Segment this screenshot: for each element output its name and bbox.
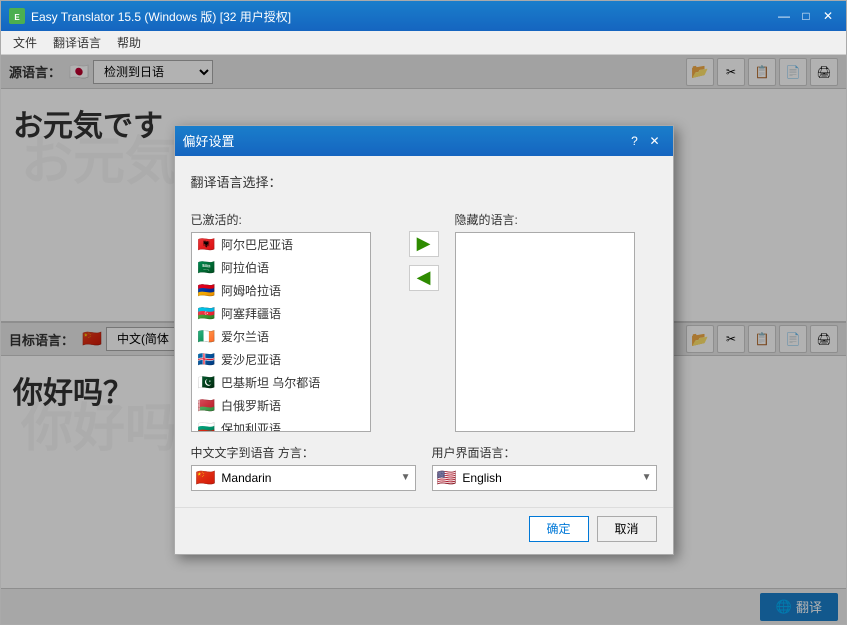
list-item[interactable]: 🇮🇸爱沙尼亚语: [192, 348, 370, 371]
move-left-button[interactable]: ◀: [409, 265, 439, 291]
main-content: 源语言： 🇯🇵 检测到日语 📂 ✂ 📋 📄 🖨 お元気です お元気です: [1, 55, 846, 624]
list-item[interactable]: 🇦🇱阿尔巴尼亚语: [192, 233, 370, 256]
cancel-button[interactable]: 取消: [597, 516, 657, 542]
options-row: 中文文字到语音 方言： 🇨🇳 Mandarin ▼ 用户: [191, 444, 657, 491]
menu-file[interactable]: 文件: [5, 32, 45, 53]
list-item[interactable]: 🇸🇦阿拉伯语: [192, 256, 370, 279]
close-button[interactable]: ✕: [818, 7, 838, 25]
active-list-label: 已激活的:: [191, 211, 393, 228]
dialog-footer: 确定 取消: [175, 507, 673, 554]
title-bar: E Easy Translator 15.5 (Windows 版) [32 用…: [1, 1, 846, 31]
dialog-title: 偏好设置: [183, 131, 625, 150]
hidden-lang-listbox[interactable]: [455, 232, 635, 432]
section-title: 翻译语言选择：: [191, 172, 657, 191]
modal-overlay: 偏好设置 ? ✕ 翻译语言选择： 已激活的: 🇦🇱阿尔巴尼: [1, 55, 846, 624]
minimize-button[interactable]: —: [774, 7, 794, 25]
active-lang-section: 已激活的: 🇦🇱阿尔巴尼亚语🇸🇦阿拉伯语🇦🇲阿姆哈拉语🇦🇿阿塞拜疆语🇮🇪爱尔兰语…: [191, 211, 393, 432]
active-lang-listbox[interactable]: 🇦🇱阿尔巴尼亚语🇸🇦阿拉伯语🇦🇲阿姆哈拉语🇦🇿阿塞拜疆语🇮🇪爱尔兰语🇮🇸爱沙尼亚…: [191, 232, 371, 432]
list-item[interactable]: 🇦🇲阿姆哈拉语: [192, 279, 370, 302]
ui-lang-select[interactable]: 🇺🇸 English ▼: [432, 465, 657, 491]
menu-translate-lang[interactable]: 翻译语言: [45, 32, 109, 53]
confirm-button[interactable]: 确定: [529, 516, 589, 542]
svg-text:E: E: [14, 13, 20, 22]
transfer-arrows: ▶ ◀: [409, 211, 439, 291]
list-item[interactable]: 🇧🇾白俄罗斯语: [192, 394, 370, 417]
list-item[interactable]: 🇦🇿阿塞拜疆语: [192, 302, 370, 325]
chinese-speech-select[interactable]: 🇨🇳 Mandarin ▼: [191, 465, 416, 491]
window-controls: — □ ✕: [774, 7, 838, 25]
list-item[interactable]: 🇮🇪爱尔兰语: [192, 325, 370, 348]
app-title: Easy Translator 15.5 (Windows 版) [32 用户授…: [31, 8, 774, 25]
chinese-speech-value: Mandarin: [221, 471, 271, 485]
dialog-title-bar: 偏好设置 ? ✕: [175, 126, 673, 156]
chevron-down-icon-2: ▼: [642, 472, 652, 483]
dialog-help-button[interactable]: ?: [625, 132, 645, 150]
app-icon: E: [9, 8, 25, 24]
menu-help[interactable]: 帮助: [109, 32, 149, 53]
dialog-body: 翻译语言选择： 已激活的: 🇦🇱阿尔巴尼亚语🇸🇦阿拉伯语🇦🇲阿姆哈拉语🇦🇿阿塞拜…: [175, 156, 673, 507]
preferences-dialog: 偏好设置 ? ✕ 翻译语言选择： 已激活的: 🇦🇱阿尔巴尼: [174, 125, 674, 555]
dialog-close-button[interactable]: ✕: [645, 132, 665, 150]
hidden-lang-section: 隐藏的语言:: [455, 211, 657, 432]
hidden-list-label: 隐藏的语言:: [455, 211, 657, 228]
ui-lang-label: 用户界面语言：: [432, 444, 657, 461]
chinese-speech-group: 中文文字到语音 方言： 🇨🇳 Mandarin ▼: [191, 444, 416, 491]
move-right-button[interactable]: ▶: [409, 231, 439, 257]
list-item[interactable]: 🇧🇬保加利亚语: [192, 417, 370, 432]
ui-lang-value: English: [462, 471, 501, 485]
list-item[interactable]: 🇵🇰巴基斯坦 乌尔都语: [192, 371, 370, 394]
ui-lang-group: 用户界面语言： 🇺🇸 English ▼: [432, 444, 657, 491]
chevron-down-icon: ▼: [401, 472, 411, 483]
lang-lists-row: 已激活的: 🇦🇱阿尔巴尼亚语🇸🇦阿拉伯语🇦🇲阿姆哈拉语🇦🇿阿塞拜疆语🇮🇪爱尔兰语…: [191, 211, 657, 432]
maximize-button[interactable]: □: [796, 7, 816, 25]
app-window: E Easy Translator 15.5 (Windows 版) [32 用…: [0, 0, 847, 625]
menu-bar: 文件 翻译语言 帮助: [1, 31, 846, 55]
chinese-speech-label: 中文文字到语音 方言：: [191, 444, 416, 461]
